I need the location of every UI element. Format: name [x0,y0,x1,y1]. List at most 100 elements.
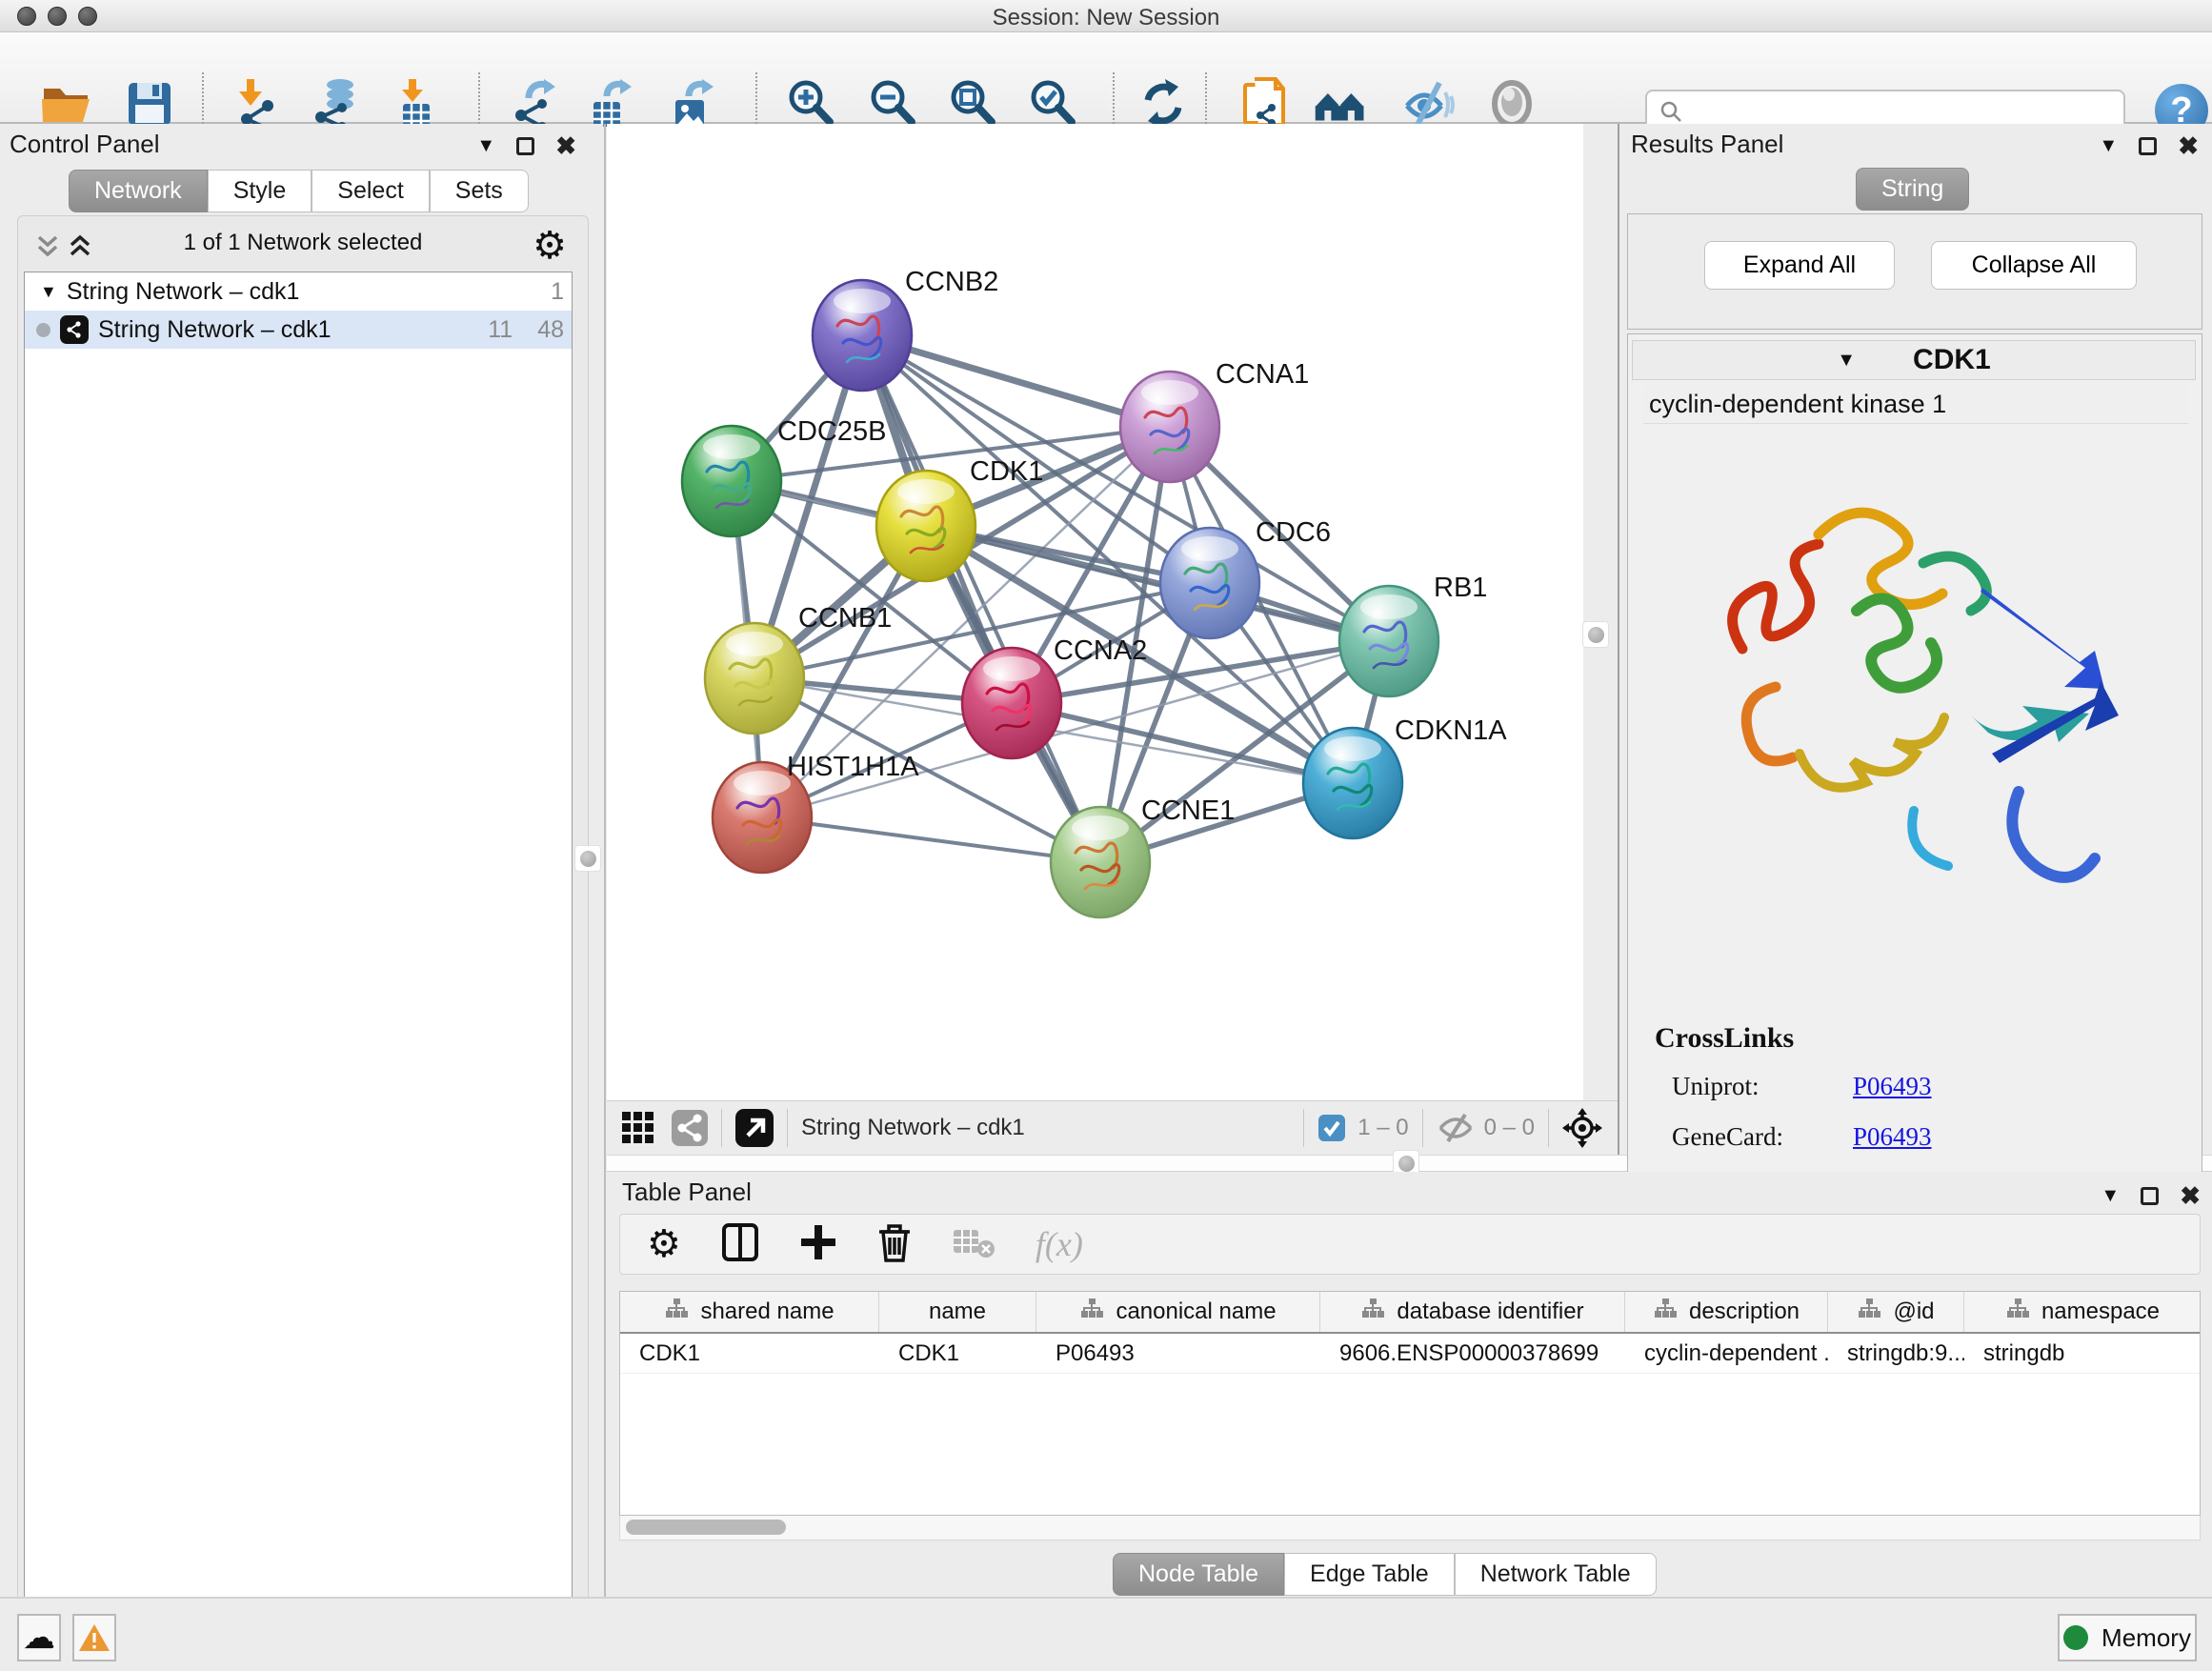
table-settings-gear-icon[interactable]: ⚙ [647,1222,681,1266]
tab-network[interactable]: Network [69,170,208,212]
table-panel: Table Panel ▼ ✖ ⚙ f(x) shared namenameca… [607,1172,2212,1597]
table-row[interactable]: CDK1CDK1P064939606.ENSP00000378699cyclin… [620,1334,2200,1374]
column-header-canonical-name[interactable]: canonical name [1036,1292,1320,1332]
section-collapse-icon[interactable]: ▼ [1837,350,1856,372]
panel-menu-icon[interactable]: ▼ [476,135,495,157]
node-label: CCNE1 [1141,795,1235,826]
table-cell[interactable]: CDK1 [620,1334,879,1373]
add-column-icon[interactable] [799,1223,837,1266]
crosslink-value-link[interactable]: P06493 [1853,1072,1932,1101]
float-panel-icon[interactable] [2139,137,2157,155]
table-hscrollbar[interactable] [619,1516,2201,1540]
network-edge-count: 48 [537,316,564,344]
tab-sets[interactable]: Sets [430,170,529,212]
tab-network-table[interactable]: Network Table [1455,1553,1657,1596]
panel-menu-icon[interactable]: ▼ [2101,1185,2120,1207]
network-options-gear-icon[interactable]: ⚙ [533,224,567,268]
detach-view-icon[interactable] [735,1109,774,1147]
close-panel-icon[interactable]: ✖ [2178,131,2199,161]
float-panel-icon[interactable] [2141,1187,2159,1205]
function-builder-icon[interactable]: f(x) [1036,1224,1083,1264]
birds-eye-icon[interactable] [1562,1108,1602,1148]
column-header-database-identifier[interactable]: database identifier [1320,1292,1625,1332]
tab-style[interactable]: Style [208,170,312,212]
node-label: CCNB2 [905,267,998,297]
tab-string[interactable]: String [1856,168,1969,211]
tab-edge-table[interactable]: Edge Table [1284,1553,1455,1596]
show-columns-icon[interactable] [721,1222,759,1267]
crosslink-label: GeneCard: [1672,1122,1853,1152]
expand-all-button[interactable]: Expand All [1704,241,1895,290]
table-type-tabs: Node TableEdge TableNetwork Table [1113,1553,1657,1596]
tab-select[interactable]: Select [312,170,429,212]
crosslink-value-link[interactable]: P06493 [1853,1122,1932,1152]
node-label: CDK1 [970,456,1043,487]
left-splitter-handle[interactable] [575,846,600,871]
left-splitter[interactable] [604,124,606,1597]
selected-counts: 1 – 0 [1357,1115,1408,1141]
node-ccnb1[interactable]: CCNB1 [705,603,892,734]
table-cell[interactable]: 9606.ENSP00000378699 [1320,1334,1625,1373]
delete-table-icon[interactable] [952,1226,995,1263]
node-cdkn1a[interactable]: CDKN1A [1303,715,1507,838]
column-header-shared-name[interactable]: shared name [620,1292,879,1332]
node-rb1[interactable]: RB1 [1339,573,1487,696]
edge[interactable] [1012,703,1353,783]
main-toolbar: ? [0,32,2212,124]
column-header-name[interactable]: name [879,1292,1036,1332]
node-table-body: CDK1CDK1P064939606.ENSP00000378699cyclin… [620,1334,2200,1374]
network-collection-label: String Network – cdk1 [67,278,300,306]
cytoscape-window: Session: New Session [0,0,2212,1671]
node-label: CCNA1 [1216,359,1309,390]
crosslink-label: Uniprot: [1672,1072,1853,1101]
collapse-all-button[interactable]: Collapse All [1931,241,2137,290]
delete-column-icon[interactable] [877,1222,912,1267]
node-ccnb2[interactable]: CCNB2 [813,267,998,391]
column-type-icon [2005,1298,2030,1327]
column-type-icon [1653,1298,1678,1327]
right-splitter-handle[interactable] [1583,622,1608,647]
selected-checkbox-icon[interactable] [1317,1114,1346,1142]
panel-menu-icon[interactable]: ▼ [2099,135,2118,157]
table-cell[interactable]: stringdb [1964,1334,2201,1373]
control-panel-controls: ▼ ✖ [476,131,576,161]
node-ccne1[interactable]: CCNE1 [1051,795,1235,917]
memory-button[interactable]: Memory [2058,1614,2197,1661]
node-hist1h1a[interactable]: HIST1H1A [713,752,919,873]
warnings-button[interactable] [72,1614,116,1661]
network-selection-status: 1 of 1 Network selected [18,230,588,256]
column-header--id[interactable]: @id [1828,1292,1964,1332]
table-cell[interactable]: cyclin-dependent ... [1625,1334,1828,1373]
table-cell[interactable]: CDK1 [879,1334,1036,1373]
node-ccna1[interactable]: CCNA1 [1120,359,1309,482]
grid-view-icon[interactable] [620,1110,656,1146]
table-toolbar: ⚙ f(x) [619,1214,2201,1275]
node-label: CDC25B [777,416,886,447]
control-panel: Control Panel ▼ ✖ NetworkStyleSelectSets… [0,124,603,1597]
column-header-namespace[interactable]: namespace [1964,1292,2201,1332]
network-browser: 1 of 1 Network selected ⚙ ▼ String Netwo… [17,215,589,1671]
edge[interactable] [762,817,1100,862]
gene-section-header[interactable]: ▼ CDK1 [1632,340,2196,380]
network-node-count: 11 [488,316,513,344]
network-share-view-icon[interactable] [672,1110,708,1146]
gene-description: cyclin-dependent kinase 1 [1643,386,2188,424]
title-bar: Session: New Session [0,0,2212,32]
network-row[interactable]: String Network – cdk1 11 48 [25,311,572,349]
network-canvas[interactable]: CCNB2CCNA1CDC25BCDK1CDC6RB1CCNB1CCNA2CDK… [607,124,1583,1100]
close-panel-icon[interactable]: ✖ [2180,1181,2201,1211]
table-cell[interactable]: stringdb:9... [1828,1334,1964,1373]
column-header-description[interactable]: description [1625,1292,1828,1332]
tree-expand-icon[interactable]: ▼ [40,282,57,302]
table-hscrollbar-thumb[interactable] [626,1520,786,1535]
cloud-button[interactable]: ☁ [17,1614,61,1661]
hidden-eye-icon[interactable] [1437,1113,1475,1143]
network-collection-row[interactable]: ▼ String Network – cdk1 1 [25,272,572,311]
search-input[interactable] [1683,97,2112,126]
table-cell[interactable]: P06493 [1036,1334,1320,1373]
tab-node-table[interactable]: Node Table [1113,1553,1284,1596]
close-panel-icon[interactable]: ✖ [555,131,576,161]
edge[interactable] [862,335,1100,862]
float-panel-icon[interactable] [516,137,534,155]
node-label: HIST1H1A [787,752,919,782]
